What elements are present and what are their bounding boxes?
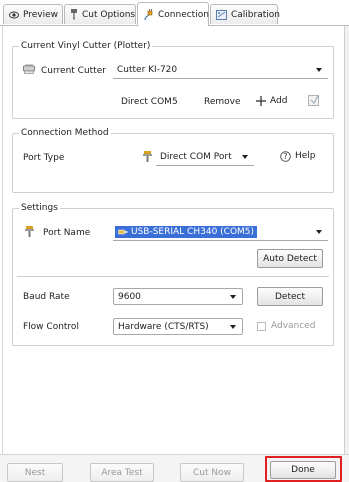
connection-method-group-title: Connection Method — [19, 127, 111, 139]
panel-edge — [344, 26, 349, 454]
port-name-selected: USB-SERIAL CH340 (COM5) — [115, 226, 258, 238]
port-type-icon — [143, 151, 152, 163]
tab-preview[interactable]: Preview — [3, 4, 63, 24]
port-name-select[interactable]: USB-SERIAL CH340 (COM5) — [113, 224, 328, 241]
add-label: Add — [270, 96, 288, 106]
cutter-blade-icon — [70, 9, 78, 20]
tab-bar: Preview Cut Options Connection Calibrati… — [0, 0, 349, 26]
baud-rate-select[interactable]: 9600 — [113, 288, 243, 305]
help-label: Help — [295, 151, 316, 161]
port-name-icon — [25, 226, 34, 238]
nest-button[interactable]: Nest — [7, 463, 63, 482]
tab-cut-options[interactable]: Cut Options — [64, 4, 136, 24]
remove-button[interactable]: Remove — [204, 96, 241, 108]
add-button[interactable]: Add — [256, 95, 287, 107]
chevron-down-icon — [316, 230, 322, 234]
baud-rate-label: Baud Rate — [23, 292, 70, 302]
tab-calibration[interactable]: Calibration — [210, 4, 280, 24]
tab-calibration-label: Calibration — [231, 9, 280, 20]
chevron-down-icon — [316, 68, 322, 72]
current-cutter-label: Current Cutter — [41, 66, 106, 76]
chevron-down-icon — [230, 325, 236, 329]
svg-text:?: ? — [284, 152, 288, 161]
current-cutter-select[interactable]: Cutter KI-720 — [113, 62, 328, 79]
connection-status-text: Direct COM5 — [121, 97, 178, 107]
tab-preview-label: Preview — [23, 9, 59, 20]
chevron-down-icon — [230, 295, 236, 299]
port-type-label: Port Type — [23, 153, 65, 163]
cutter-icon — [23, 64, 35, 74]
cut-now-button[interactable]: Cut Now — [180, 463, 244, 482]
current-cutter-value: Cutter KI-720 — [117, 65, 178, 75]
port-type-select[interactable]: Direct COM Port — [156, 149, 254, 166]
eye-icon — [9, 11, 19, 19]
usb-icon — [118, 227, 128, 237]
port-name-value: USB-SERIAL CH340 (COM5) — [131, 227, 255, 237]
done-button[interactable]: Done — [270, 461, 336, 479]
flow-control-label: Flow Control — [23, 322, 79, 332]
plug-icon — [143, 8, 154, 21]
detect-button[interactable]: Detect — [257, 287, 323, 306]
chevron-down-icon — [242, 155, 248, 159]
help-icon: ? — [280, 150, 291, 162]
baud-rate-value: 9600 — [118, 291, 141, 302]
auto-detect-button[interactable]: Auto Detect — [257, 249, 323, 268]
port-name-label: Port Name — [43, 228, 91, 238]
advanced-label: Advanced — [271, 321, 316, 331]
connection-method-group: Connection Method Port Type Direct COM P… — [12, 127, 334, 193]
port-type-value: Direct COM Port — [160, 152, 232, 162]
current-cutter-group: Current Vinyl Cutter (Plotter) Current C… — [12, 40, 334, 119]
tab-cut-options-label: Cut Options — [82, 9, 136, 20]
settings-group: Settings Port Name USB-SERIAL CH340 (COM… — [12, 202, 334, 346]
cutter-settings-icon[interactable] — [308, 94, 320, 106]
flow-control-value: Hardware (CTS/RTS) — [118, 321, 209, 332]
help-button[interactable]: ? Help — [280, 150, 316, 162]
advanced-checkbox[interactable] — [257, 322, 266, 331]
area-test-button[interactable]: Area Test — [90, 463, 154, 482]
settings-divider — [17, 276, 329, 277]
flow-control-select[interactable]: Hardware (CTS/RTS) — [113, 318, 243, 335]
calibration-icon — [216, 9, 227, 20]
tab-connection-label: Connection — [158, 9, 209, 20]
plus-icon — [256, 96, 266, 106]
tab-connection[interactable]: Connection — [137, 2, 209, 26]
settings-group-title: Settings — [19, 202, 60, 214]
current-cutter-group-title: Current Vinyl Cutter (Plotter) — [19, 40, 153, 52]
